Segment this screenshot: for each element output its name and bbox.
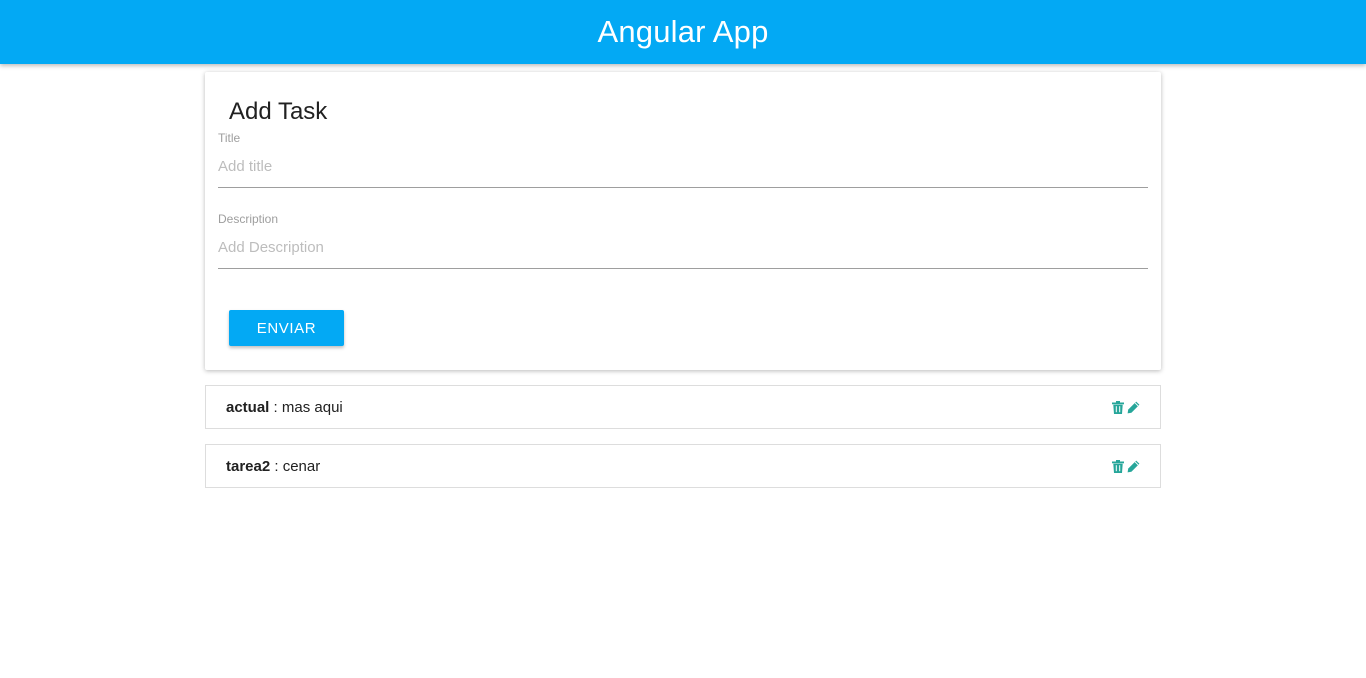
title-field: Title	[218, 130, 1148, 188]
task-title: actual	[226, 398, 270, 416]
app-header: Angular App	[0, 0, 1366, 64]
submit-button[interactable]: ENVIAR	[229, 310, 344, 346]
task-title: tarea2	[226, 457, 271, 475]
description-input[interactable]	[218, 227, 1148, 269]
pencil-icon[interactable]	[1127, 459, 1140, 473]
add-task-card: Add Task Title Description ENVIAR	[205, 72, 1161, 370]
pencil-icon[interactable]	[1127, 400, 1140, 414]
trash-icon[interactable]	[1111, 459, 1124, 473]
task-item: tarea2 : cenar	[205, 444, 1161, 488]
description-label: Description	[218, 212, 279, 226]
title-input[interactable]	[218, 146, 1148, 188]
task-separator: :	[269, 398, 282, 416]
task-text: tarea2 : cenar	[226, 458, 1111, 475]
task-separator: :	[270, 457, 283, 475]
task-description: cenar	[282, 457, 321, 475]
task-text: actual : mas aqui	[226, 399, 1111, 416]
task-item: actual : mas aqui	[205, 385, 1161, 429]
trash-icon[interactable]	[1111, 400, 1124, 414]
description-field: Description	[218, 211, 1148, 269]
app-title: Angular App	[597, 14, 769, 49]
title-label: Title	[218, 131, 241, 145]
task-description: mas aqui	[281, 398, 343, 416]
task-actions	[1111, 400, 1140, 414]
task-actions	[1111, 459, 1140, 473]
card-title: Add Task	[229, 98, 328, 125]
